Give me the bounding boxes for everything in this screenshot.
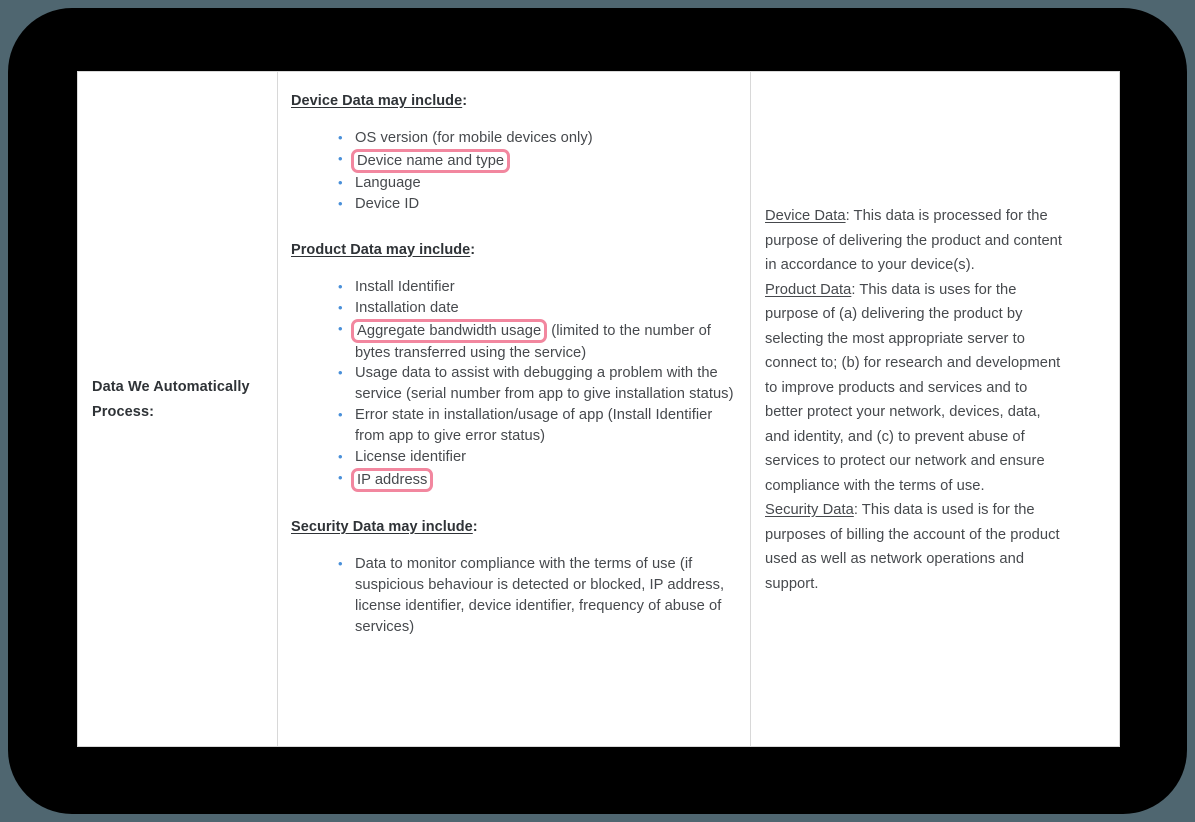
list-item: Language (326, 173, 741, 194)
list-item: OS version (for mobile devices only) (326, 128, 741, 149)
section-heading-security-data-text: Security Data may include (291, 518, 473, 535)
section-heading-product-data-colon: : (470, 241, 476, 258)
list-item-label: OS version (for mobile devices only) (355, 130, 593, 146)
list-item: Usage data to assist with debugging a pr… (326, 363, 741, 405)
purpose-paragraph-device-data: Device Data: This data is processed for … (765, 204, 1065, 278)
list-item-highlighted: Device name and type (326, 148, 741, 173)
data-types-content: Device Data may include: OS version (for… (291, 90, 741, 638)
table-column-data-types: Device Data may include: OS version (for… (278, 72, 751, 746)
privacy-data-table: Data We Automatically Process: Device Da… (77, 71, 1120, 747)
list-item-label: Data to monitor compliance with the term… (355, 555, 725, 635)
section-heading-device-data-colon: : (462, 93, 468, 109)
section-heading-product-data: Product Data may include: (291, 239, 741, 261)
security-data-list: Data to monitor compliance with the term… (291, 554, 741, 638)
purpose-paragraph-product-data: Product Data: This data is uses for the … (765, 278, 1065, 499)
device-data-list: OS version (for mobile devices only) Dev… (291, 128, 741, 215)
purpose-label-device-data: Device Data (765, 208, 846, 224)
purpose-label-product-data: Product Data (765, 281, 852, 298)
list-item: Device ID (326, 194, 741, 215)
list-item: Installation date (326, 298, 741, 319)
row-category-label: Data We Automatically Process: (92, 379, 250, 420)
list-item: Install Identifier (326, 277, 741, 298)
list-item: Data to monitor compliance with the term… (326, 554, 741, 638)
list-item-label: Error state in installation/usage of app… (355, 407, 713, 445)
list-item: License identifier (326, 447, 741, 468)
list-item: Error state in installation/usage of app… (326, 405, 741, 447)
table-column-category: Data We Automatically Process: (78, 72, 278, 746)
section-heading-device-data-text: Device Data may include (291, 93, 463, 109)
purpose-body-product-data: : This data is uses for the purpose of (… (765, 281, 1061, 494)
annotation-highlight-box: Device name and type (351, 148, 511, 173)
purpose-paragraph-security-data: Security Data: This data is used is for … (765, 498, 1065, 596)
annotation-highlight-box: IP address (351, 467, 434, 492)
list-item-label: Install Identifier (355, 278, 455, 295)
list-item-label: License identifier (355, 449, 467, 466)
section-heading-security-data-colon: : (472, 518, 478, 535)
annotation-highlight-box: Aggregate bandwidth usage (351, 318, 548, 343)
list-item-label: Installation date (355, 299, 459, 316)
list-item-label: Device ID (355, 195, 420, 212)
product-data-list: Install Identifier Installation date Agg… (291, 277, 741, 492)
purpose-content: Device Data: This data is processed for … (765, 204, 1065, 596)
purpose-label-security-data: Security Data (765, 502, 854, 518)
section-heading-security-data: Security Data may include: (291, 516, 741, 538)
list-item-highlighted: IP address (326, 467, 741, 492)
table-column-purpose: Device Data: This data is processed for … (751, 72, 1119, 746)
section-heading-device-data: Device Data may include: (291, 90, 741, 112)
list-item-label: Language (355, 174, 421, 191)
section-heading-product-data-text: Product Data may include (291, 241, 471, 258)
list-item-highlighted: Aggregate bandwidth usage (limited to th… (326, 318, 741, 364)
list-item-label: Usage data to assist with debugging a pr… (355, 365, 734, 403)
